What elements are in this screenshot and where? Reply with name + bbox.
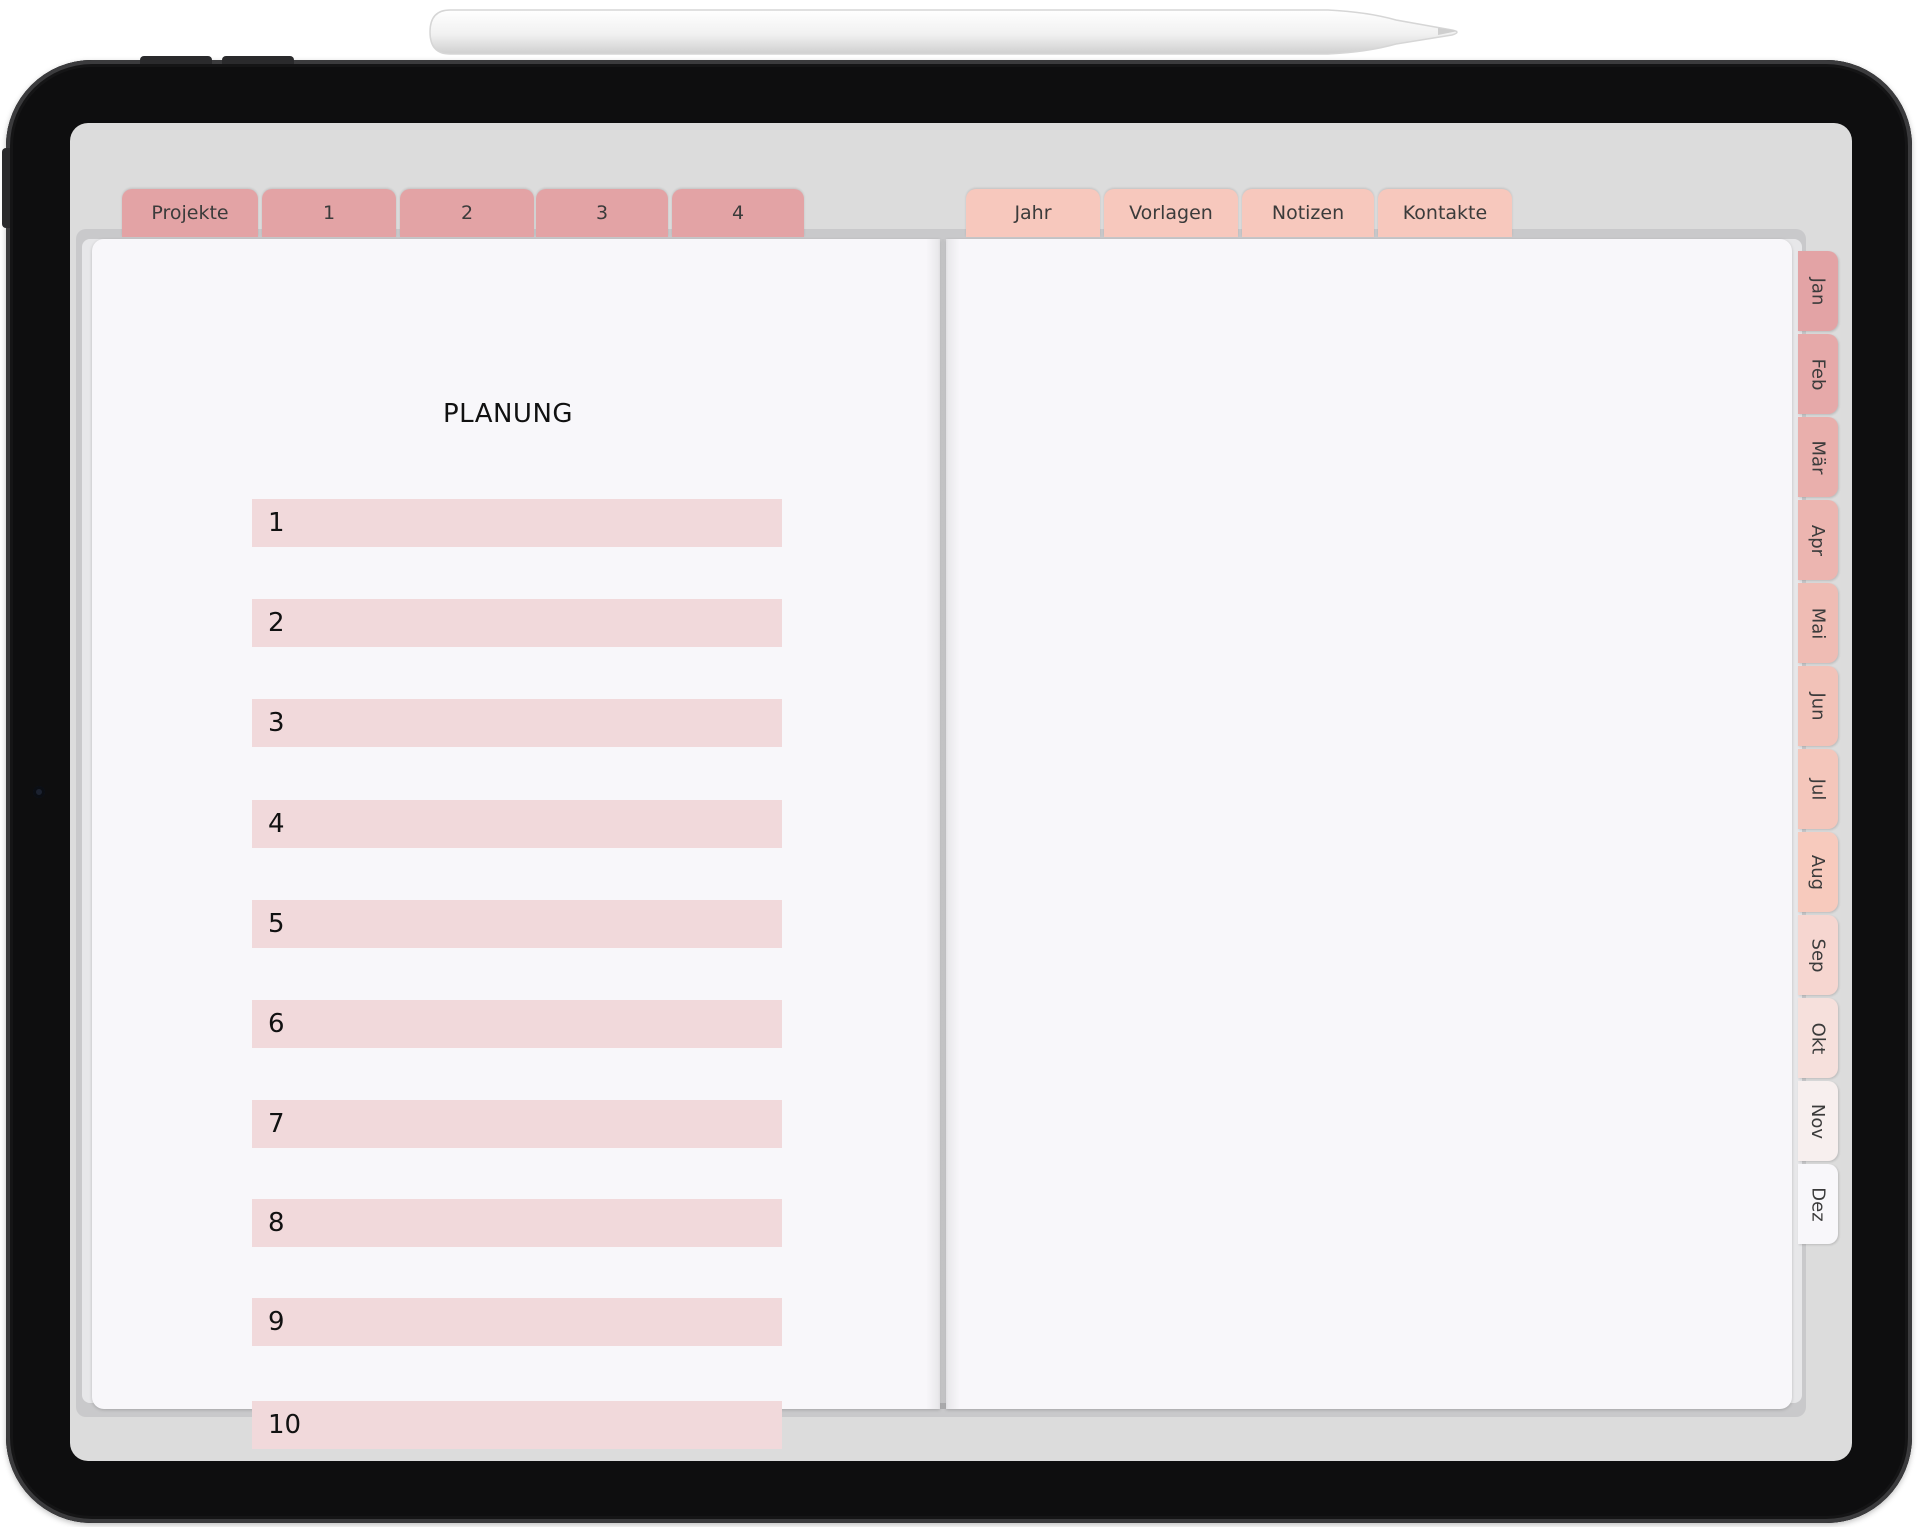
month-tab-okt[interactable]: Okt (1798, 998, 1838, 1078)
device-mockup: Projekte 1 2 3 4 Jahr Vorlagen Notizen K… (0, 0, 1920, 1527)
tab-vorlagen[interactable]: Vorlagen (1104, 189, 1238, 237)
row-number: 5 (268, 909, 285, 939)
month-tab-nov[interactable]: Nov (1798, 1081, 1838, 1161)
month-tab-feb[interactable]: Feb (1798, 334, 1838, 414)
planning-row[interactable]: 7 (252, 1100, 782, 1148)
month-tab-jul[interactable]: Jul (1798, 749, 1838, 829)
tab-jahr[interactable]: Jahr (966, 189, 1100, 237)
power-button (2, 148, 10, 228)
stylus-pencil-icon (428, 4, 1468, 58)
tab-projekte[interactable]: Projekte (122, 189, 258, 237)
row-number: 4 (268, 809, 285, 839)
planning-row[interactable]: 6 (252, 1000, 782, 1048)
planning-row[interactable]: 5 (252, 900, 782, 948)
month-label: Mär (1807, 440, 1829, 474)
month-label: Jun (1807, 691, 1829, 721)
month-label: Dez (1807, 1186, 1829, 1222)
row-number: 3 (268, 708, 285, 738)
month-tab-sep[interactable]: Sep (1798, 915, 1838, 995)
page-spine (926, 239, 960, 1409)
row-number: 1 (268, 508, 285, 538)
month-label: Mai (1807, 607, 1829, 639)
row-number: 8 (268, 1208, 285, 1238)
tab-kontakte[interactable]: Kontakte (1378, 189, 1512, 237)
planning-row[interactable]: 10 (252, 1401, 782, 1449)
left-page: PLANUNG 1 2 3 4 5 6 7 8 9 10 (92, 239, 940, 1449)
planning-row[interactable]: 1 (252, 499, 782, 547)
month-tab-maer[interactable]: Mär (1798, 417, 1838, 497)
planning-row[interactable]: 2 (252, 599, 782, 647)
tab-project-2[interactable]: 2 (400, 189, 534, 237)
month-tab-aug[interactable]: Aug (1798, 832, 1838, 912)
month-label: Sep (1807, 938, 1829, 972)
tablet-screen: Projekte 1 2 3 4 Jahr Vorlagen Notizen K… (70, 123, 1852, 1461)
month-tab-jun[interactable]: Jun (1798, 666, 1838, 746)
row-number: 6 (268, 1009, 285, 1039)
planning-row[interactable]: 4 (252, 800, 782, 848)
planning-row[interactable]: 9 (252, 1298, 782, 1346)
month-label: Apr (1807, 524, 1829, 556)
tab-project-1[interactable]: 1 (262, 189, 396, 237)
tab-project-4[interactable]: 4 (672, 189, 804, 237)
right-page[interactable] (946, 239, 1792, 1409)
row-number: 9 (268, 1307, 285, 1337)
month-label: Jan (1807, 277, 1829, 305)
month-tab-mai[interactable]: Mai (1798, 583, 1838, 663)
planning-row[interactable]: 8 (252, 1199, 782, 1247)
month-tab-jan[interactable]: Jan (1798, 251, 1838, 331)
volume-button (222, 56, 294, 64)
month-label: Aug (1807, 854, 1829, 890)
planning-row[interactable]: 3 (252, 699, 782, 747)
row-number: 7 (268, 1109, 285, 1139)
month-tab-dez[interactable]: Dez (1798, 1164, 1838, 1244)
month-label: Nov (1807, 1103, 1829, 1139)
month-tab-apr[interactable]: Apr (1798, 500, 1838, 580)
tab-project-3[interactable]: 3 (536, 189, 668, 237)
month-label: Okt (1807, 1022, 1829, 1054)
month-label: Feb (1807, 358, 1829, 390)
volume-button (140, 56, 212, 64)
page-title: PLANUNG (442, 399, 574, 429)
row-number: 2 (268, 608, 285, 638)
tab-notizen[interactable]: Notizen (1242, 189, 1374, 237)
month-label: Jul (1807, 778, 1829, 800)
front-camera-icon (33, 786, 45, 798)
row-number: 10 (268, 1410, 302, 1440)
